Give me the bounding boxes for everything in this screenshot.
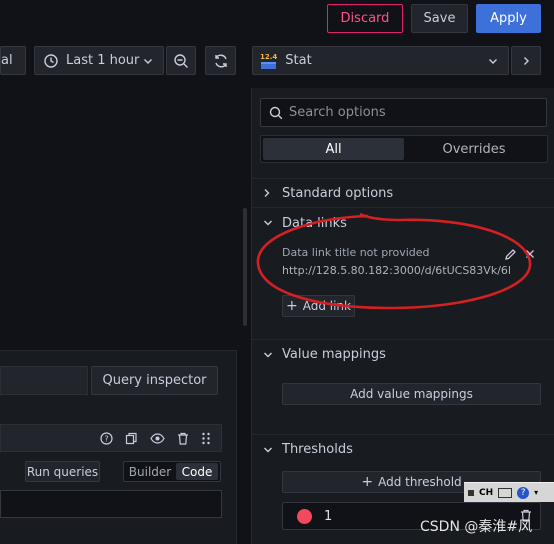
- dashboard-button-partial[interactable]: al: [0, 46, 26, 75]
- annotation-ellipse: [256, 212, 532, 310]
- tab-overrides[interactable]: Overrides: [404, 138, 544, 160]
- keyboard-icon[interactable]: [498, 487, 513, 498]
- add-threshold-label: Add threshold: [378, 475, 462, 489]
- discard-button[interactable]: Discard: [327, 4, 403, 33]
- time-range-picker[interactable]: Last 1 hour: [34, 46, 164, 75]
- tab-all[interactable]: All: [263, 138, 404, 160]
- zoom-out-icon: [173, 53, 189, 69]
- run-queries-button[interactable]: Run queries: [25, 461, 100, 482]
- section-standard-options[interactable]: Standard options: [252, 178, 554, 208]
- apply-button[interactable]: Apply: [476, 4, 541, 33]
- visualization-label: Stat: [285, 53, 312, 68]
- svg-text:?: ?: [104, 435, 108, 444]
- search-options-input[interactable]: Search options: [260, 98, 547, 127]
- search-placeholder: Search options: [289, 105, 386, 120]
- section-title: Thresholds: [282, 442, 353, 457]
- chevron-right-icon: [521, 56, 531, 66]
- duplicate-icon[interactable]: [125, 432, 138, 445]
- help-icon[interactable]: ?: [100, 432, 113, 445]
- system-tray: CH ? ▾: [464, 482, 554, 502]
- builder-mode-button[interactable]: Builder: [126, 463, 174, 480]
- tray-dot-icon: [468, 489, 474, 496]
- drag-handle-icon[interactable]: [201, 432, 211, 445]
- refresh-button[interactable]: [205, 46, 236, 75]
- eye-icon[interactable]: [150, 432, 165, 445]
- chevron-right-icon: [263, 188, 271, 198]
- stat-viz-badge: 12.4: [260, 52, 278, 61]
- ime-indicator[interactable]: CH: [479, 488, 493, 498]
- section-thresholds[interactable]: Thresholds: [252, 434, 554, 464]
- query-tabs-bar: [0, 366, 88, 395]
- clock-icon: [44, 53, 58, 68]
- section-title: Standard options: [282, 185, 394, 201]
- add-value-mappings-button[interactable]: Add value mappings: [282, 383, 541, 405]
- refresh-icon: [213, 53, 229, 69]
- tray-arrow-icon[interactable]: ▾: [534, 488, 538, 497]
- query-inspector-button[interactable]: Query inspector: [91, 366, 218, 395]
- code-mode-button[interactable]: Code: [176, 463, 218, 480]
- section-title: Value mappings: [282, 347, 386, 362]
- save-button[interactable]: Save: [411, 4, 468, 33]
- stat-viz-icon: 12.4: [260, 53, 277, 69]
- zoom-out-button[interactable]: [166, 46, 196, 75]
- trash-icon[interactable]: [177, 432, 189, 445]
- pane-scrollbar[interactable]: [243, 208, 247, 326]
- section-value-mappings[interactable]: Value mappings: [252, 339, 554, 369]
- chevron-down-icon: [488, 56, 498, 66]
- collapse-options-button[interactable]: [511, 46, 541, 75]
- watermark: CSDN @秦淮#风: [420, 519, 533, 535]
- chevron-down-icon: [263, 351, 273, 359]
- chevron-down-icon: [143, 56, 153, 66]
- query-editor[interactable]: [0, 490, 222, 518]
- help-tray-icon[interactable]: ?: [517, 486, 530, 499]
- dashboard-button-label: al: [1, 53, 13, 68]
- visualization-picker[interactable]: 12.4 Stat: [252, 46, 509, 75]
- plus-icon: +: [361, 474, 374, 490]
- search-icon: [269, 106, 283, 120]
- threshold-value[interactable]: 1: [324, 509, 332, 524]
- chevron-down-icon: [263, 446, 273, 454]
- threshold-color-swatch[interactable]: [297, 508, 312, 524]
- time-range-label: Last 1 hour: [66, 53, 140, 68]
